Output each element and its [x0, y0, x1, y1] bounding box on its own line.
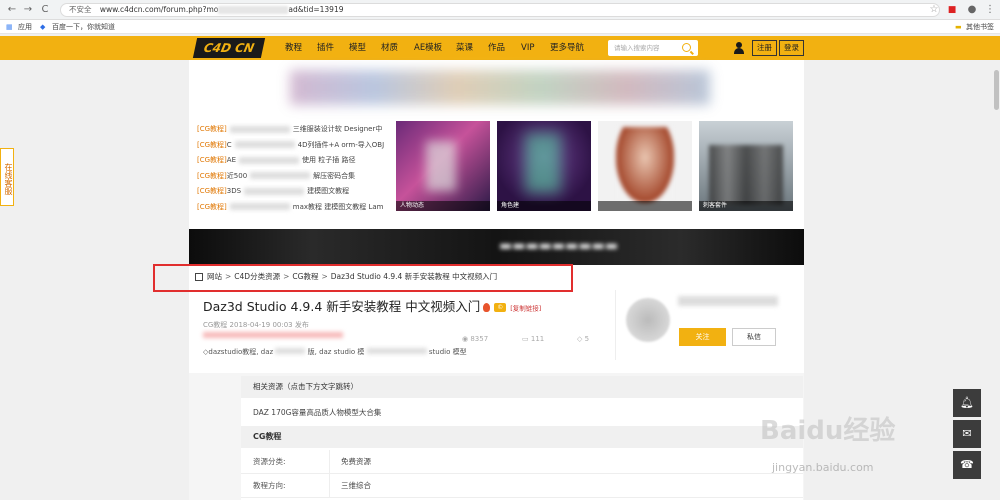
url-start: www.c4dcn.com/forum.php?mo [99, 5, 219, 14]
bookmarks-bar: ▦ 应用 ◆ 百度一下，你就知道 ▬ 其他书签 [0, 20, 1000, 34]
login-button[interactable]: 登录 [779, 40, 804, 56]
resource-link[interactable]: DAZ 170G容量高品质人物模型大合集 [253, 407, 381, 418]
like-icon: ◇ [577, 335, 583, 343]
cg-section-head: CG教程 [241, 426, 803, 448]
redacted-line [203, 332, 343, 338]
copy-link[interactable]: [复制链接] [510, 305, 541, 313]
highlight-frame [153, 264, 573, 292]
avatar[interactable] [626, 298, 670, 342]
search-icon[interactable] [682, 43, 691, 52]
page-title: Daz3d Studio 4.9.4 新手安装教程 中文视频入门 © [复制链接… [203, 299, 542, 314]
article-meta: CG教程 2018-04-19 00:03 发布 [203, 321, 309, 329]
wechat-icon[interactable]: ✉ [953, 420, 981, 448]
url-end: ad&tid=13919 [288, 5, 344, 14]
list-item[interactable]: [CG教程] max教程 建模图文教程 Lam [197, 200, 392, 216]
nav-courses[interactable]: 菜课 [456, 36, 473, 60]
nav-materials[interactable]: 材质 [381, 36, 398, 60]
follow-button[interactable]: 关注 [679, 328, 726, 346]
thumbnail-card[interactable]: 角色建 [497, 121, 591, 211]
user-icon[interactable] [733, 42, 745, 54]
comments-count: ▭ 111 [522, 335, 545, 343]
site-header: C4D CN 教程 插件 模型 材质 AE模板 菜课 作品 VIP 更多导航 请… [0, 36, 1000, 60]
thumbnail-card[interactable] [598, 121, 692, 211]
folder-icon: ▬ [955, 23, 962, 31]
url-redacted [218, 6, 289, 14]
likes-count: ◇ 5 [577, 335, 590, 343]
resource-head: 相关资源（点击下方文字跳转） [241, 376, 803, 398]
list-item[interactable]: [CG教程]3DS 建模图文教程 [197, 184, 392, 200]
nav-vip[interactable]: VIP [521, 36, 534, 60]
nav-plugins[interactable]: 插件 [317, 36, 334, 60]
dragon-banner[interactable]: ▬▬▬▬▬▬▬▬▬ [189, 229, 804, 265]
nav-works[interactable]: 作品 [488, 36, 505, 60]
apps-icon[interactable]: ▦ [6, 20, 13, 34]
baidu-watermark: Baidu经验 jingyan.baidu.com [760, 416, 896, 474]
nav-tutorial[interactable]: 教程 [285, 36, 302, 60]
top-banner[interactable] [290, 70, 710, 105]
reload-icon[interactable]: C [39, 4, 51, 16]
article-header: Daz3d Studio 4.9.4 新手安装教程 中文视频入门 © [复制链接… [197, 290, 607, 360]
forward-icon[interactable]: → [22, 4, 34, 16]
bell-icon[interactable]: 🔔︎ [953, 389, 981, 417]
bookmark-baidu[interactable]: 百度一下，你就知道 [52, 20, 115, 34]
comment-icon: ▭ [522, 335, 529, 343]
thumbnail-card[interactable]: 刺客套件 [699, 121, 793, 211]
back-icon[interactable]: ← [6, 4, 18, 16]
baidu-icon: ◆ [40, 23, 46, 31]
address-bar[interactable]: 不安全 www.c4dcn.com/forum.php?mo ad&tid=139… [60, 3, 940, 17]
nav-ae-templates[interactable]: AE模板 [414, 36, 442, 60]
register-button[interactable]: 注册 [752, 40, 777, 56]
menu-icon[interactable]: ⋮ [984, 4, 996, 16]
security-label: 不安全 [69, 5, 92, 14]
bookmark-other[interactable]: 其他书签 [966, 20, 994, 34]
news-list: [CG教程] 三维服装设计软 Designer中 [CG教程]C 4D列插件+A o… [197, 122, 392, 215]
nav-more[interactable]: 更多导航 [550, 36, 584, 60]
star-icon[interactable]: ☆ [928, 4, 940, 16]
author-name[interactable] [678, 296, 778, 306]
phone-icon[interactable]: ☎ [953, 451, 981, 479]
list-item[interactable]: [CG教程]近500 解压密码合集 [197, 169, 392, 185]
site-logo[interactable]: C4D CN [192, 38, 266, 58]
list-item[interactable]: [CG教程]AE 使用 粒子插 路径 [197, 153, 392, 169]
scrollbar[interactable] [993, 60, 1000, 500]
account-icon[interactable]: ● [966, 4, 978, 16]
copy-icon[interactable]: © [494, 303, 507, 312]
browser-toolbar: ← → C 不安全 www.c4dcn.com/forum.php?mo ad&t… [0, 0, 1000, 20]
list-item[interactable]: [CG教程] 三维服装设计软 Designer中 [197, 122, 392, 138]
extension-icon[interactable]: ■ [946, 4, 958, 16]
author-card: 关注 私信 [615, 290, 805, 360]
message-button[interactable]: 私信 [732, 328, 776, 346]
info-row: 资源分类: 免费资源 [241, 450, 803, 474]
fire-icon [483, 303, 491, 312]
nav-models[interactable]: 模型 [349, 36, 366, 60]
online-service-tab[interactable]: 在线客服 [0, 148, 14, 206]
eye-icon: ◉ [462, 335, 469, 343]
thumbnail-card[interactable]: 人物动态 [396, 121, 490, 211]
bookmark-apps[interactable]: 应用 [18, 20, 32, 34]
views-count: ◉ 8357 [462, 335, 489, 343]
info-row: 教程方向: 三维综合 [241, 474, 803, 498]
list-item[interactable]: [CG教程]C 4D列插件+A orm-导入OBJ [197, 138, 392, 154]
tag-list[interactable]: ◇dazstudio教程, daz 版, daz studio 模 studio… [203, 347, 467, 357]
